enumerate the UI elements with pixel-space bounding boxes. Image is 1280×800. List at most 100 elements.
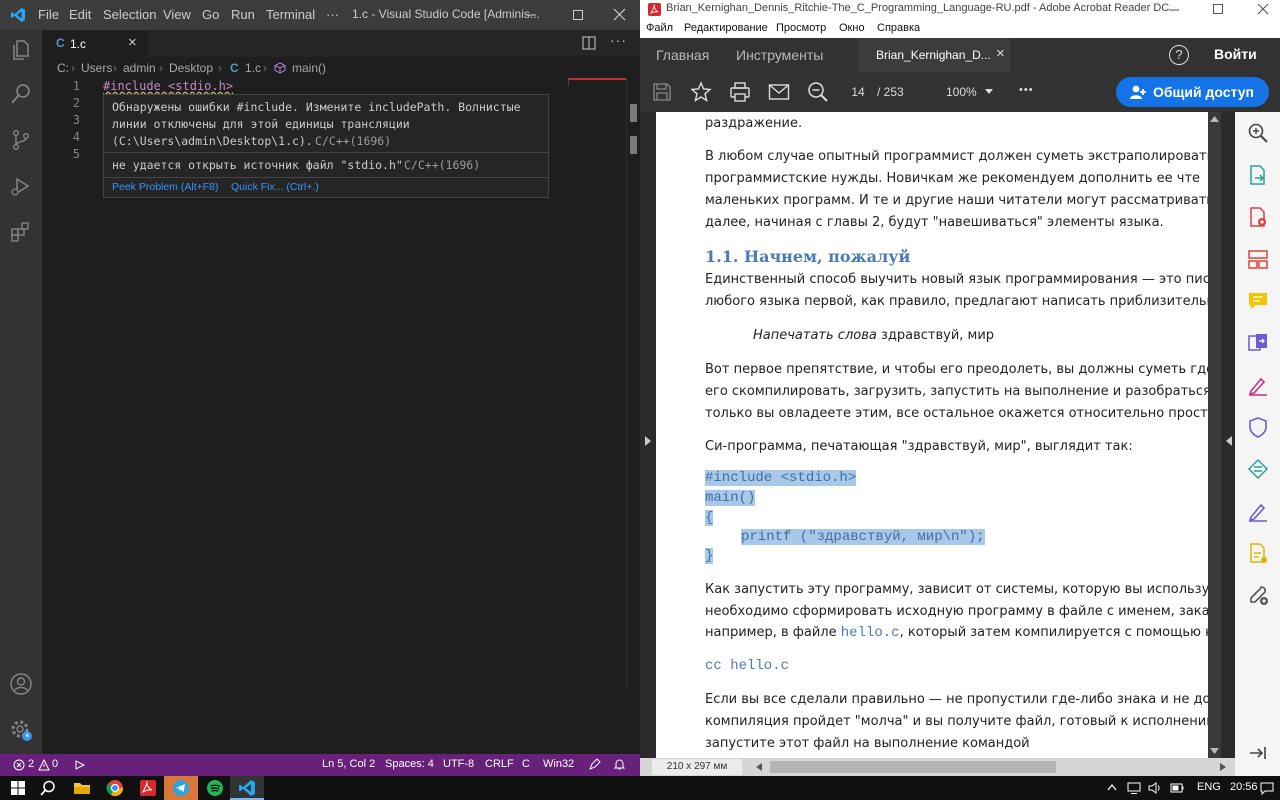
split-editor-icon[interactable] — [582, 36, 596, 50]
tab-close-icon[interactable]: × — [996, 45, 1005, 62]
scroll-down-icon[interactable] — [1210, 748, 1219, 754]
menu-file[interactable]: File — [38, 7, 59, 22]
spotify-icon[interactable] — [206, 779, 224, 797]
compare-files-icon[interactable] — [1247, 458, 1269, 480]
live-share-run-icon[interactable] — [75, 760, 85, 770]
windows-start-icon[interactable] — [9, 779, 27, 797]
doc-vertical-scrollbar[interactable] — [1208, 112, 1221, 758]
crumb-users[interactable]: Users — [81, 61, 112, 75]
crumb-admin[interactable]: admin — [123, 61, 156, 75]
more-actions-icon[interactable]: ··· — [610, 32, 627, 48]
menu-window-ru[interactable]: Окно — [839, 22, 865, 34]
search-icon[interactable] — [39, 779, 57, 797]
organize-pages-icon[interactable] — [1247, 248, 1269, 270]
menu-terminal[interactable]: Terminal — [266, 7, 315, 22]
status-spaces[interactable]: Spaces: 4 — [385, 758, 434, 770]
menu-file-ru[interactable]: Файл — [646, 22, 673, 34]
export-pdf-icon[interactable] — [1247, 164, 1269, 186]
peek-problem-link[interactable]: Peek Problem (Alt+F8) — [112, 181, 219, 193]
editor-scrollbar[interactable] — [626, 78, 640, 692]
action-center-icon[interactable] — [1260, 781, 1274, 795]
tab-close-icon[interactable]: × — [128, 34, 137, 51]
manage-gear-icon[interactable] — [9, 718, 33, 742]
menu-go[interactable]: Go — [202, 7, 219, 22]
zoom-icon[interactable] — [1247, 122, 1269, 144]
crumb-drive[interactable]: C: — [57, 61, 69, 75]
error-count[interactable]: 2 — [28, 758, 34, 770]
tab-tools[interactable]: Инструменты — [736, 47, 823, 63]
code-block-line[interactable]: } — [705, 548, 714, 564]
edit-pdf-icon[interactable] — [1247, 542, 1269, 564]
more-tools-icon[interactable]: ••• — [1019, 84, 1034, 96]
volume-icon[interactable] — [1148, 781, 1162, 795]
language-indicator[interactable]: ENG — [1197, 781, 1221, 793]
status-eol[interactable]: CRLF — [485, 758, 514, 770]
scroll-right-icon[interactable] — [1220, 763, 1226, 771]
status-ln-col[interactable]: Ln 5, Col 2 — [322, 758, 375, 770]
network-icon[interactable] — [1127, 781, 1141, 795]
minimize-icon[interactable] — [525, 9, 537, 21]
notifications-bell-icon[interactable] — [613, 758, 626, 771]
acrobat-taskbar-icon[interactable] — [139, 779, 157, 797]
save-icon[interactable] — [652, 82, 672, 102]
menu-help-ru[interactable]: Справка — [877, 22, 920, 34]
vscode-taskbar-active[interactable] — [230, 776, 264, 800]
search-icon[interactable] — [9, 82, 33, 106]
source-control-icon[interactable] — [9, 128, 33, 152]
maximize-icon[interactable] — [572, 9, 584, 21]
bookmark-star-icon[interactable] — [690, 81, 712, 103]
status-platform[interactable]: Win32 — [543, 758, 574, 770]
scroll-up-icon[interactable] — [1210, 116, 1219, 122]
quick-fix-link[interactable]: Quick Fix... (Ctrl+.) — [231, 181, 319, 193]
tab-1c[interactable]: C 1.c × — [42, 30, 148, 57]
telegram-taskbar-active[interactable] — [164, 776, 198, 800]
fill-sign-icon[interactable] — [1247, 374, 1269, 396]
code-line-include[interactable]: #include <stdio.h> — [103, 79, 233, 93]
help-icon[interactable]: ? — [1169, 45, 1189, 65]
menu-view[interactable]: View — [163, 7, 191, 22]
send-for-signature-icon[interactable] — [1247, 500, 1269, 522]
account-icon[interactable] — [9, 672, 33, 696]
menu-view-ru[interactable]: Просмотр — [776, 22, 826, 34]
battery-icon[interactable] — [1170, 781, 1184, 795]
chrome-icon[interactable] — [106, 779, 124, 797]
horizontal-scroll-thumb[interactable] — [770, 761, 1056, 773]
comment-icon[interactable] — [1247, 290, 1269, 312]
file-explorer-icon[interactable] — [73, 779, 91, 797]
clock[interactable]: 20:56 — [1230, 781, 1258, 793]
code-block-line[interactable]: { — [705, 510, 714, 526]
print-icon[interactable] — [729, 81, 751, 103]
minimize-icon[interactable] — [1168, 4, 1180, 16]
protect-shield-icon[interactable] — [1247, 416, 1269, 438]
signin-button[interactable]: Войти — [1214, 46, 1257, 62]
zoom-out-icon[interactable] — [807, 81, 829, 103]
status-encoding[interactable]: UTF-8 — [443, 758, 474, 770]
status-language[interactable]: C — [522, 758, 530, 770]
feedback-icon[interactable] — [588, 758, 601, 771]
menu-edit[interactable]: Edit — [69, 7, 91, 22]
email-icon[interactable] — [768, 82, 790, 102]
menu-selection[interactable]: Selection — [103, 7, 156, 22]
explorer-icon[interactable] — [9, 38, 33, 62]
combine-files-icon[interactable] — [1247, 332, 1269, 354]
page-number-input[interactable]: 14 — [846, 83, 870, 101]
collapse-right-panel-icon[interactable] — [1225, 436, 1233, 446]
menu-run[interactable]: Run — [231, 7, 255, 22]
tab-home[interactable]: Главная — [656, 47, 709, 63]
minimap[interactable] — [568, 78, 626, 86]
expand-left-panel-icon[interactable] — [644, 436, 652, 446]
close-icon[interactable] — [613, 8, 626, 21]
menu-edit-ru[interactable]: Редактирование — [684, 22, 768, 34]
crumb-desktop[interactable]: Desktop — [169, 61, 213, 75]
zoom-level[interactable]: 100% — [946, 85, 977, 99]
document-viewport[interactable]: раздражение. В любом случае опытный прог… — [640, 112, 1235, 758]
menu-more[interactable]: ··· — [326, 7, 339, 22]
close-icon[interactable] — [1257, 3, 1269, 15]
more-tools-wrench-icon[interactable] — [1247, 584, 1269, 606]
chevron-up-icon[interactable] — [1107, 783, 1117, 791]
code-block-line[interactable]: #include <stdio.h> — [705, 470, 857, 486]
extensions-icon[interactable] — [9, 220, 33, 244]
tab-document[interactable]: Brian_Kernighan_D... × — [858, 38, 1010, 72]
create-pdf-icon[interactable] — [1247, 206, 1269, 228]
crumb-symbol[interactable]: main() — [292, 61, 326, 75]
